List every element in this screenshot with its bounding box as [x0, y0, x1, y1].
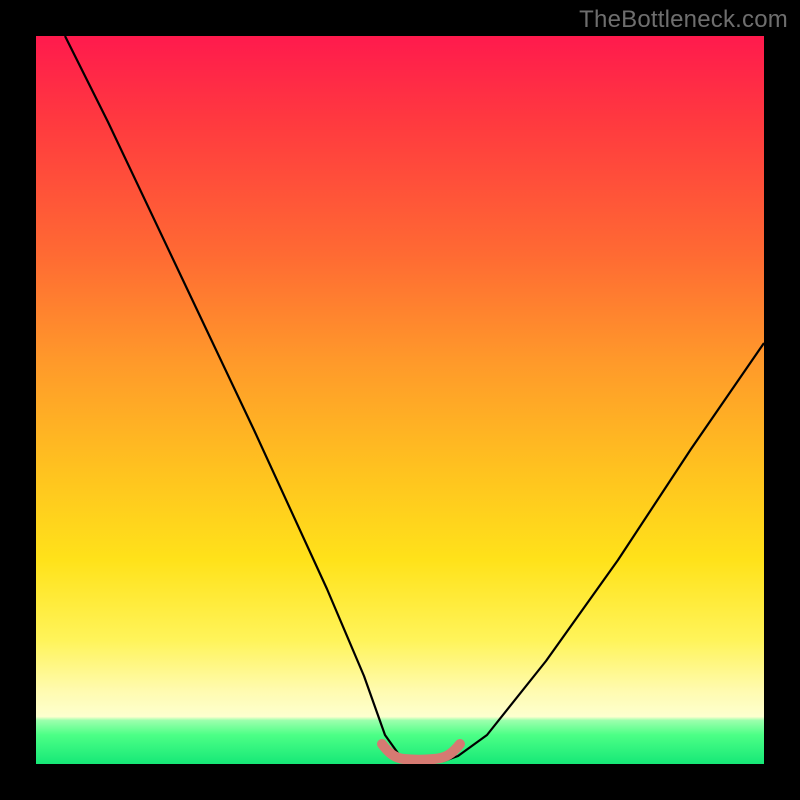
- watermark-label: TheBottleneck.com: [579, 6, 788, 34]
- bottleneck-curve-path: [65, 36, 764, 761]
- chart-frame: TheBottleneck.com: [0, 0, 800, 800]
- plot-area: [36, 36, 764, 764]
- curve-svg: [36, 36, 764, 764]
